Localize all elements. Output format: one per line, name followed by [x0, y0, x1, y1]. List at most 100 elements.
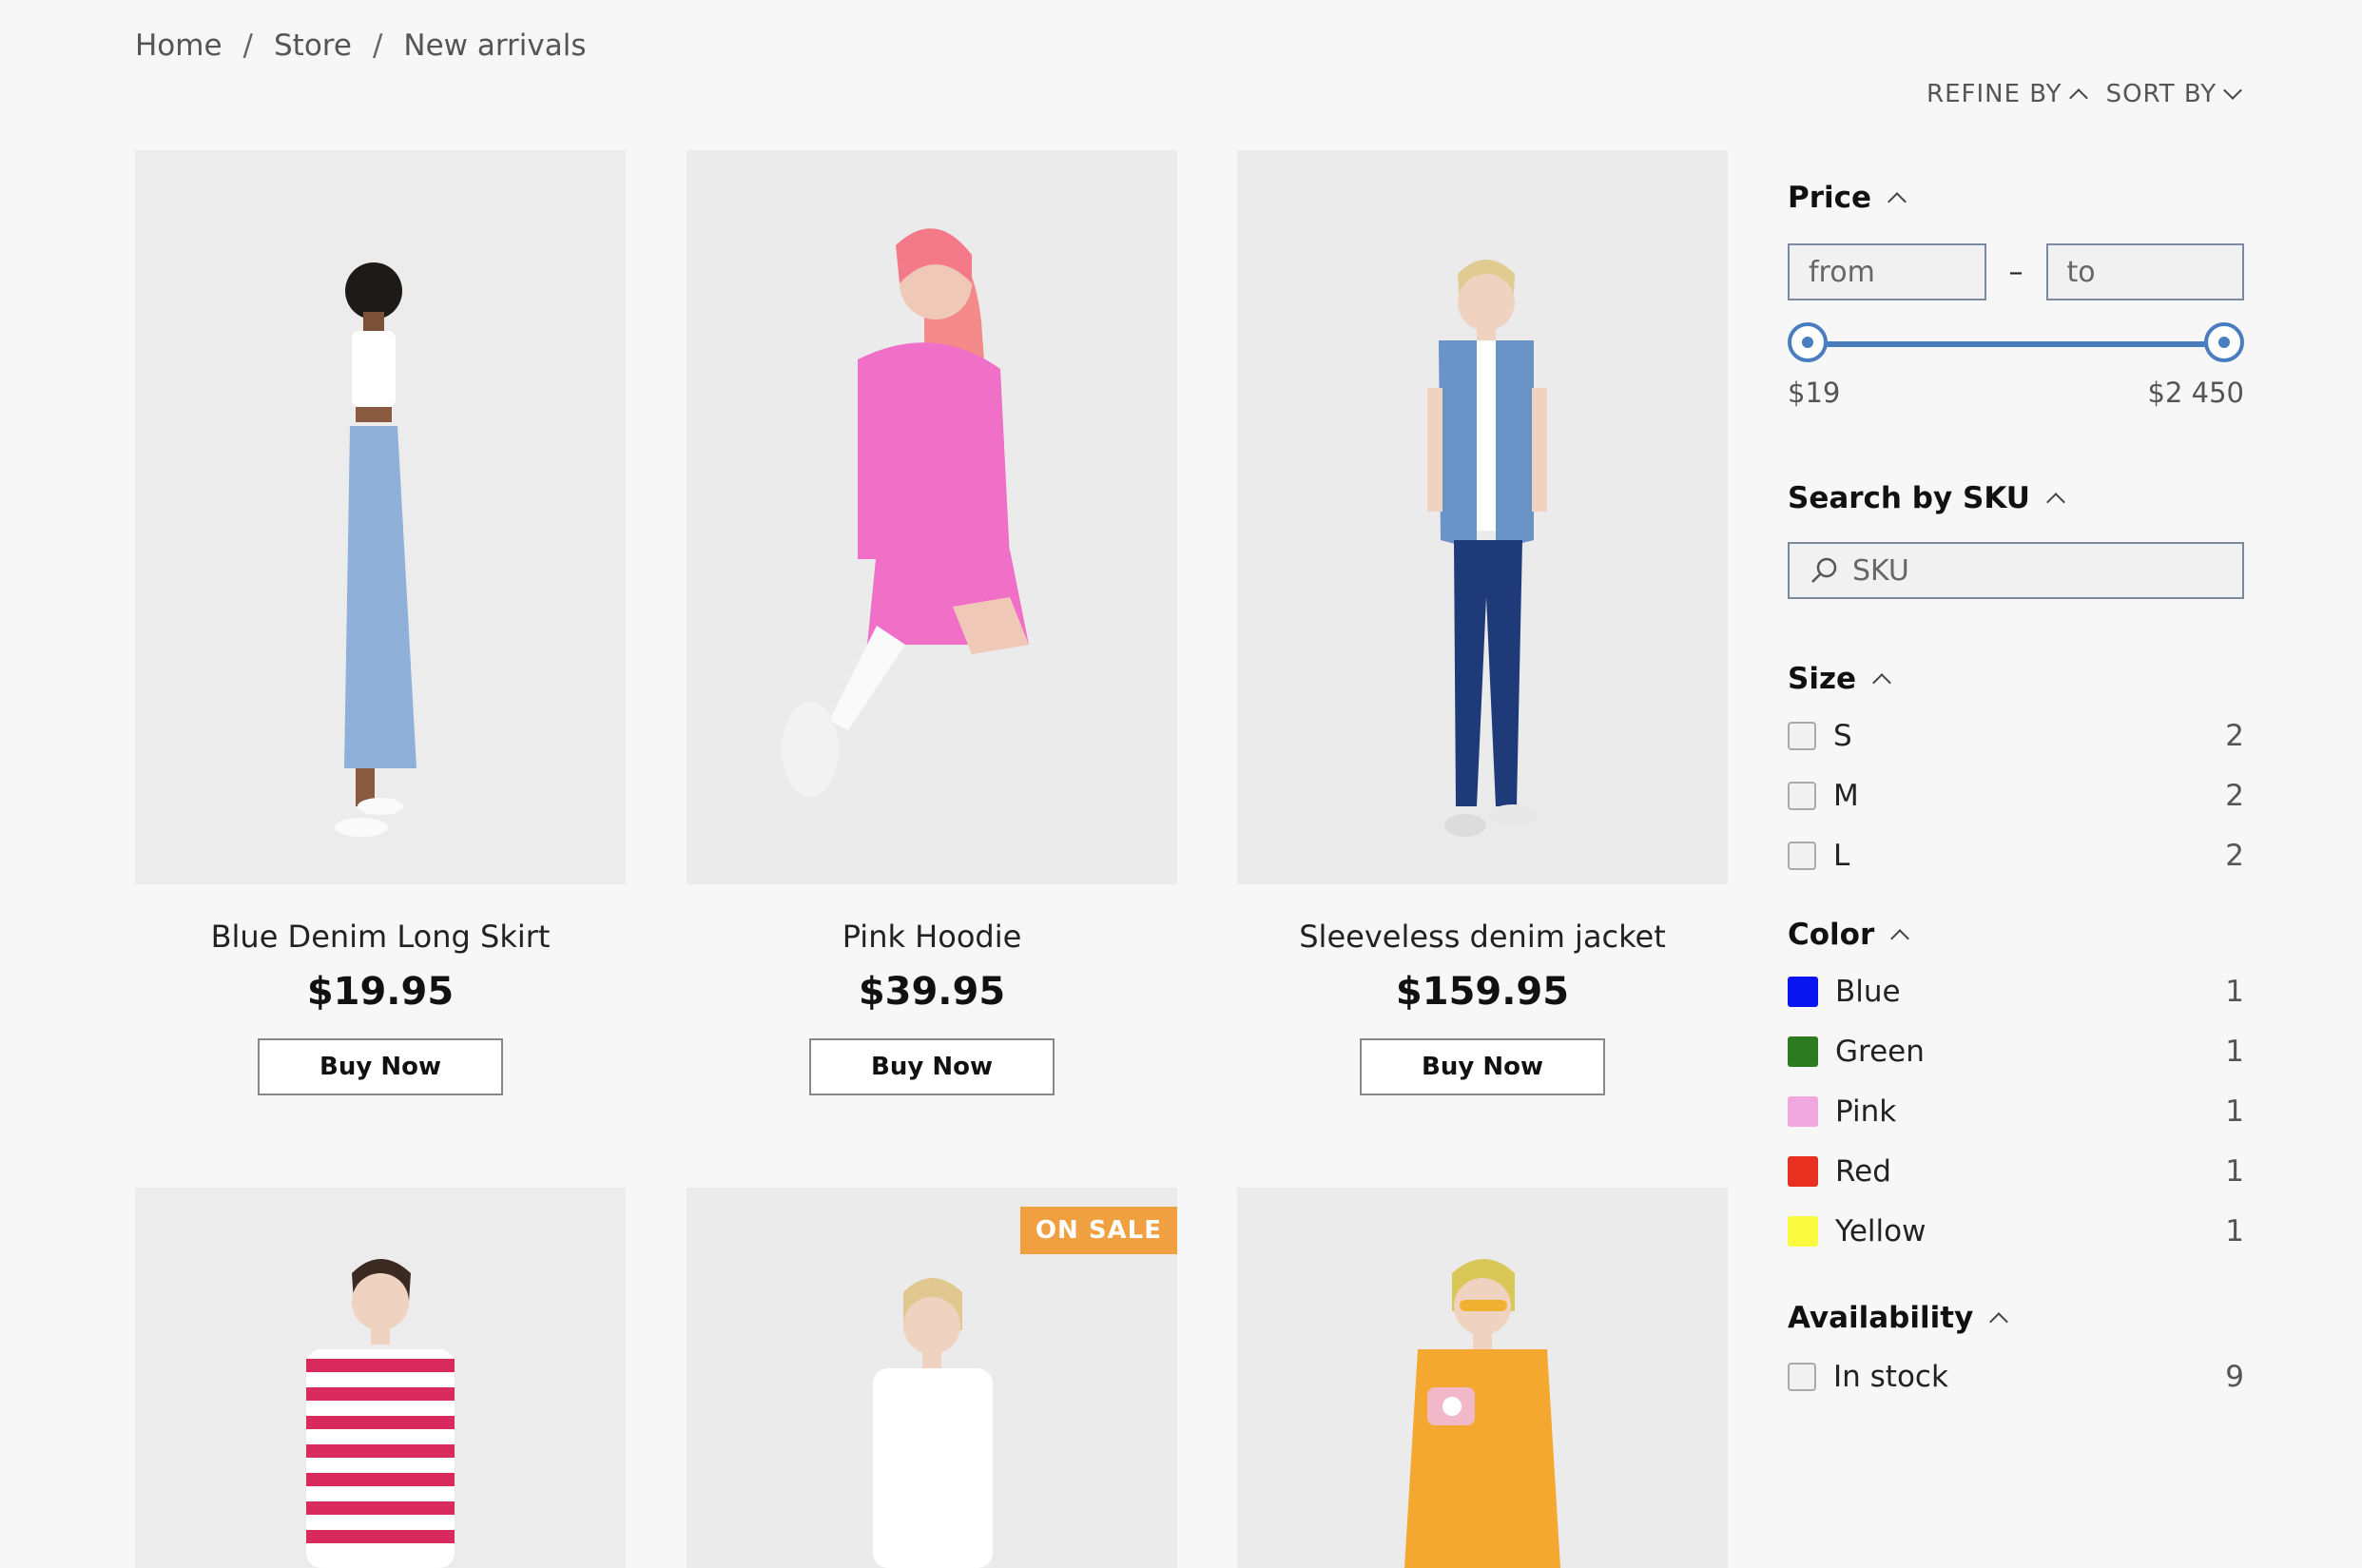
price-separator: – — [2008, 255, 2023, 289]
color-swatch[interactable] — [1788, 1036, 1818, 1067]
option-count: 1 — [2225, 1213, 2244, 1249]
color-swatch[interactable] — [1788, 1155, 1818, 1187]
color-swatch[interactable] — [1788, 1215, 1818, 1247]
breadcrumb-separator: / — [372, 29, 383, 63]
option-label: L — [1833, 838, 1850, 873]
model-figure — [135, 150, 626, 884]
checkbox[interactable] — [1788, 721, 1816, 750]
chevron-up-icon — [1890, 929, 1910, 948]
size-filter-toggle[interactable]: Size — [1788, 662, 2244, 696]
checkbox[interactable] — [1788, 781, 1816, 810]
option-count: 1 — [2225, 974, 2244, 1009]
breadcrumb-store[interactable]: Store — [274, 29, 352, 63]
product-image[interactable] — [687, 150, 1177, 884]
color-option-red[interactable]: Red 1 — [1788, 1141, 2244, 1201]
color-swatch[interactable] — [1788, 976, 1818, 1007]
chevron-up-icon — [1888, 192, 1907, 211]
checkbox[interactable] — [1788, 1362, 1816, 1391]
color-filter-toggle[interactable]: Color — [1788, 918, 2244, 952]
price-filter-title: Price — [1788, 181, 1872, 215]
checkbox[interactable] — [1788, 841, 1816, 870]
slider-track — [1810, 341, 2221, 347]
size-option-m[interactable]: M 2 — [1788, 765, 2244, 825]
price-min-label: $19 — [1788, 377, 1841, 409]
breadcrumb: Home / Store / New arrivals — [135, 29, 587, 63]
product-price: $19.95 — [306, 970, 455, 1014]
product-image[interactable] — [1237, 150, 1728, 884]
price-range-slider[interactable] — [1788, 319, 2244, 367]
breadcrumb-current: New arrivals — [403, 29, 587, 63]
size-option-l[interactable]: L 2 — [1788, 825, 2244, 885]
product-name[interactable]: Blue Denim Long Skirt — [135, 919, 626, 955]
slider-min-handle[interactable] — [1788, 322, 1828, 362]
size-filter-title: Size — [1788, 662, 1857, 696]
price-filter-toggle[interactable]: Price — [1788, 181, 2244, 215]
buy-now-button[interactable]: Buy Now — [809, 1038, 1055, 1095]
option-label: M — [1833, 778, 1859, 813]
product-name[interactable]: Pink Hoodie — [687, 919, 1177, 955]
sort-by-label: SORT BY — [2105, 80, 2217, 108]
refine-by-label: REFINE BY — [1926, 80, 2062, 108]
sku-filter-title: Search by SKU — [1788, 481, 2030, 515]
search-icon — [1811, 557, 1837, 583]
chevron-up-icon — [1872, 673, 1891, 692]
toolbar: REFINE BY SORT BY — [1926, 80, 2243, 108]
product-image[interactable]: ON SALE — [687, 1188, 1177, 1568]
option-label: Red — [1835, 1153, 1891, 1189]
color-option-green[interactable]: Green 1 — [1788, 1021, 2244, 1081]
option-count: 2 — [2225, 778, 2244, 813]
option-label: Pink — [1835, 1094, 1897, 1129]
option-count: 2 — [2225, 718, 2244, 753]
color-option-pink[interactable]: Pink 1 — [1788, 1081, 2244, 1141]
color-option-blue[interactable]: Blue 1 — [1788, 961, 2244, 1021]
color-swatch[interactable] — [1788, 1095, 1818, 1127]
availability-filter-title: Availability — [1788, 1301, 1974, 1335]
option-label: In stock — [1833, 1359, 1948, 1394]
price-max-label: $2 450 — [2147, 377, 2244, 409]
sku-filter: Search by SKU SKU — [1788, 481, 2244, 599]
product-image[interactable] — [135, 150, 626, 884]
sku-filter-toggle[interactable]: Search by SKU — [1788, 481, 2244, 515]
option-count: 9 — [2225, 1359, 2244, 1394]
sku-placeholder: SKU — [1852, 553, 1909, 588]
availability-option-in-stock[interactable]: In stock 9 — [1788, 1346, 2244, 1406]
option-label: Yellow — [1835, 1213, 1926, 1249]
option-count: 2 — [2225, 838, 2244, 873]
chevron-up-icon — [2068, 88, 2088, 107]
size-filter: Size S 2 M 2 L 2 — [1788, 662, 2244, 885]
option-label: Blue — [1835, 974, 1901, 1009]
model-figure — [1237, 1188, 1728, 1568]
availability-filter-toggle[interactable]: Availability — [1788, 1301, 2244, 1335]
option-label: S — [1833, 718, 1852, 753]
product-image[interactable] — [1237, 1188, 1728, 1568]
breadcrumb-home[interactable]: Home — [135, 29, 223, 63]
price-to-input[interactable]: to — [2045, 243, 2244, 300]
product-image[interactable] — [135, 1188, 626, 1568]
model-figure — [687, 150, 1177, 884]
product-price: $159.95 — [1395, 970, 1570, 1014]
option-label: Green — [1835, 1034, 1925, 1069]
filter-sidebar: Price from – to $19 $2 450 Search by SKU — [1788, 181, 2244, 1406]
option-count: 1 — [2225, 1094, 2244, 1129]
product-name[interactable]: Sleeveless denim jacket — [1237, 919, 1728, 955]
price-filter: Price from – to $19 $2 450 — [1788, 181, 2244, 409]
buy-now-button[interactable]: Buy Now — [258, 1038, 503, 1095]
color-filter-title: Color — [1788, 918, 1875, 952]
price-from-input[interactable]: from — [1788, 243, 1986, 300]
option-count: 1 — [2225, 1153, 2244, 1189]
slider-max-handle[interactable] — [2204, 322, 2244, 362]
model-figure — [1237, 150, 1728, 884]
chevron-up-icon — [1989, 1312, 2009, 1331]
product-price: $39.95 — [858, 970, 1006, 1014]
sku-search-input[interactable]: SKU — [1788, 542, 2244, 599]
breadcrumb-separator: / — [242, 29, 253, 63]
buy-now-button[interactable]: Buy Now — [1360, 1038, 1605, 1095]
on-sale-badge: ON SALE — [1019, 1207, 1177, 1254]
availability-filter: Availability In stock 9 — [1788, 1301, 2244, 1406]
color-option-yellow[interactable]: Yellow 1 — [1788, 1201, 2244, 1261]
size-option-s[interactable]: S 2 — [1788, 706, 2244, 765]
chevron-down-icon — [2223, 81, 2243, 100]
color-filter: Color Blue 1 Green 1 Pink 1 Red 1 Yellow… — [1788, 918, 2244, 1261]
sort-by-button[interactable]: SORT BY — [2105, 80, 2243, 108]
refine-by-button[interactable]: REFINE BY — [1926, 80, 2088, 108]
